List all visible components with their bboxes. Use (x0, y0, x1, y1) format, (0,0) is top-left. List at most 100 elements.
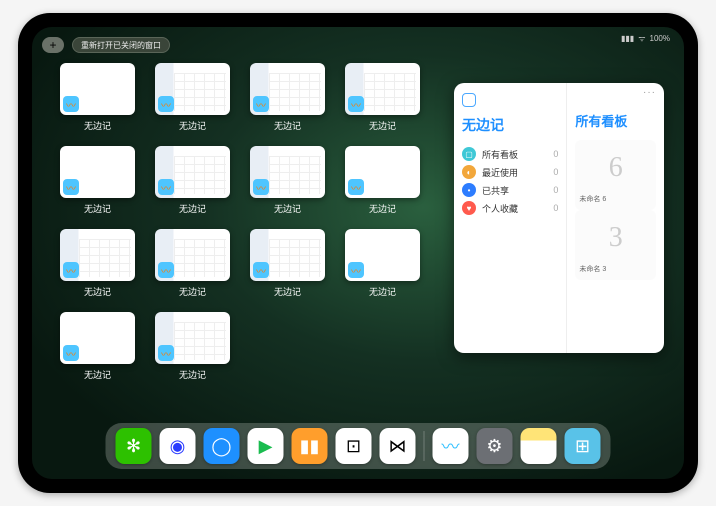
thumbnail-window: 〰 (155, 146, 230, 198)
thumbnail-window: 〰 (345, 146, 420, 198)
dock-icon-freeform[interactable]: 〰 (433, 428, 469, 464)
thumbnail-label: 无边记 (274, 202, 301, 215)
board-label: 未命名 3 (579, 264, 652, 274)
board-thumbnail: 3 (579, 214, 652, 262)
screen: ▮▮▮ ᯤ 100% + 重新打开已关闭的窗口 〰无边记〰无边记〰无边记〰无边记… (32, 27, 684, 479)
app-thumbnail[interactable]: 〰无边记 (345, 146, 420, 215)
top-controls: + 重新打开已关闭的窗口 (42, 37, 170, 53)
add-window-button[interactable]: + (42, 37, 64, 53)
app-thumbnail[interactable]: 〰无边记 (345, 63, 420, 132)
thumbnail-label: 无边记 (369, 119, 396, 132)
category-icon: • (462, 183, 476, 197)
sidebar-item-count: 0 (553, 185, 558, 195)
thumbnail-label: 无边记 (274, 119, 301, 132)
sidebar-item-count: 0 (553, 149, 558, 159)
app-thumbnail[interactable]: 〰无边记 (155, 63, 230, 132)
thumbnail-label: 无边记 (369, 285, 396, 298)
dock-icon-app-grid[interactable]: ⊞ (565, 428, 601, 464)
reopen-closed-window-button[interactable]: 重新打开已关闭的窗口 (72, 37, 170, 53)
thumbnail-window: 〰 (155, 229, 230, 281)
app-thumbnail[interactable]: 〰无边记 (345, 229, 420, 298)
dock-icon-dice[interactable]: ⊡ (336, 428, 372, 464)
expose-grid: 〰无边记〰无边记〰无边记〰无边记〰无边记〰无边记〰无边记〰无边记〰无边记〰无边记… (60, 63, 430, 381)
ipad-frame: ▮▮▮ ᯤ 100% + 重新打开已关闭的窗口 〰无边记〰无边记〰无边记〰无边记… (18, 13, 698, 493)
thumbnail-label: 无边记 (84, 285, 111, 298)
more-icon[interactable]: ··· (643, 87, 656, 98)
board-thumbnail: 6 (579, 144, 652, 192)
freeform-mini-icon: 〰 (158, 179, 174, 195)
dock-icon-wechat[interactable]: ✻ (116, 428, 152, 464)
thumbnail-label: 无边记 (84, 119, 111, 132)
freeform-mini-icon: 〰 (63, 179, 79, 195)
freeform-app-icon (462, 93, 476, 107)
thumbnail-label: 无边记 (179, 202, 206, 215)
app-thumbnail[interactable]: 〰无边记 (60, 229, 135, 298)
sidebar-item-label: 个人收藏 (482, 202, 518, 215)
category-icon: ▢ (462, 147, 476, 161)
freeform-mini-icon: 〰 (158, 345, 174, 361)
app-thumbnail[interactable]: 〰无边记 (155, 229, 230, 298)
sidebar-item[interactable]: ◐最近使用0 (462, 163, 558, 181)
app-thumbnail[interactable]: 〰无边记 (250, 63, 325, 132)
thumbnail-label: 无边记 (369, 202, 396, 215)
card-title: 无边记 (462, 115, 558, 135)
thumbnail-label: 无边记 (179, 368, 206, 381)
card-sidebar: 无边记 ▢所有看板0◐最近使用0•已共享0♥个人收藏0 (454, 83, 567, 353)
thumbnail-label: 无边记 (274, 285, 301, 298)
thumbnail-window: 〰 (155, 63, 230, 115)
card-section-title: 所有看板 (575, 111, 656, 130)
thumbnail-label: 无边记 (84, 202, 111, 215)
thumbnail-window: 〰 (345, 63, 420, 115)
dock-icon-qqbrowser[interactable]: ◯ (204, 428, 240, 464)
dock-icon-play[interactable]: ▶ (248, 428, 284, 464)
app-switcher-card[interactable]: ··· 无边记 ▢所有看板0◐最近使用0•已共享0♥个人收藏0 所有看板 6未命… (454, 83, 664, 353)
board-item[interactable]: 3 未命名 3 (575, 210, 656, 280)
signal-icon: ▮▮▮ (621, 34, 634, 43)
dock-icon-books[interactable]: ▮▮ (292, 428, 328, 464)
sidebar-item-count: 0 (553, 203, 558, 213)
board-item[interactable]: 6 未命名 6 (575, 140, 656, 210)
category-icon: ◐ (462, 165, 476, 179)
sidebar-item[interactable]: ▢ 所有看板 0 (462, 145, 558, 163)
freeform-mini-icon: 〰 (158, 262, 174, 278)
thumbnail-window: 〰 (250, 146, 325, 198)
sidebar-item[interactable]: ♥ 个人收藏 0 (462, 199, 558, 217)
app-thumbnail[interactable]: 〰无边记 (60, 312, 135, 381)
board-label: 未命名 6 (579, 194, 652, 204)
dock: ✻◉◯▶▮▮⊡⋈ 〰⚙ ⊞ (106, 423, 611, 469)
category-icon: ♥ (462, 201, 476, 215)
thumbnail-window: 〰 (60, 312, 135, 364)
app-thumbnail[interactable]: 〰无边记 (60, 63, 135, 132)
dock-icon-notes[interactable] (521, 428, 557, 464)
thumbnail-window: 〰 (345, 229, 420, 281)
thumbnail-window: 〰 (155, 312, 230, 364)
thumbnail-window: 〰 (250, 229, 325, 281)
freeform-mini-icon: 〰 (158, 96, 174, 112)
app-thumbnail[interactable]: 〰无边记 (60, 146, 135, 215)
thumbnail-window: 〰 (60, 63, 135, 115)
dock-separator (424, 431, 425, 461)
freeform-mini-icon: 〰 (63, 262, 79, 278)
freeform-mini-icon: 〰 (253, 179, 269, 195)
app-thumbnail[interactable]: 〰无边记 (250, 229, 325, 298)
freeform-mini-icon: 〰 (253, 262, 269, 278)
freeform-mini-icon: 〰 (348, 262, 364, 278)
dock-icon-connect[interactable]: ⋈ (380, 428, 416, 464)
thumbnail-label: 无边记 (179, 285, 206, 298)
freeform-mini-icon: 〰 (63, 345, 79, 361)
thumbnail-window: 〰 (60, 146, 135, 198)
wifi-icon: ᯤ (638, 33, 645, 44)
battery-text: 100% (650, 34, 670, 43)
app-thumbnail[interactable]: 〰无边记 (250, 146, 325, 215)
status-bar: ▮▮▮ ᯤ 100% (621, 33, 670, 44)
dock-icon-quark[interactable]: ◉ (160, 428, 196, 464)
app-thumbnail[interactable]: 〰无边记 (155, 146, 230, 215)
dock-icon-settings[interactable]: ⚙ (477, 428, 513, 464)
freeform-mini-icon: 〰 (253, 96, 269, 112)
sidebar-item-label: 所有看板 (482, 148, 518, 161)
sidebar-item-label: 最近使用 (482, 166, 518, 179)
sidebar-item[interactable]: •已共享0 (462, 181, 558, 199)
thumbnail-label: 无边记 (179, 119, 206, 132)
thumbnail-window: 〰 (250, 63, 325, 115)
app-thumbnail[interactable]: 〰无边记 (155, 312, 230, 381)
